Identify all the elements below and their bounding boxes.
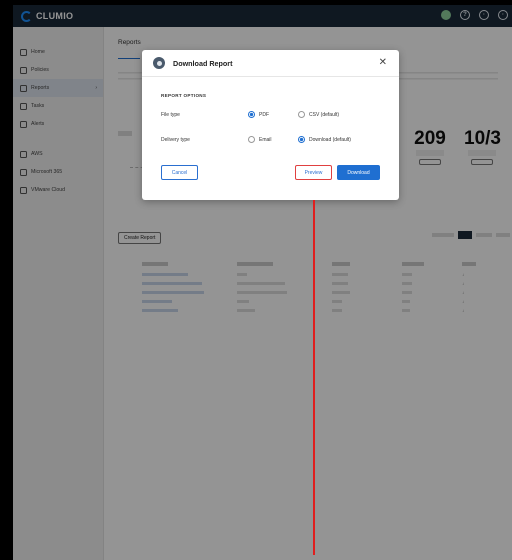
file-type-row: File type PDF CSV (default)	[161, 111, 368, 118]
radio-unselected-icon[interactable]	[298, 111, 305, 118]
download-report-dialog: Download Report ✕ REPORT OPTIONS File ty…	[142, 50, 399, 200]
file-type-option-pdf[interactable]: PDF	[248, 111, 296, 118]
file-type-option-csv[interactable]: CSV (default)	[298, 111, 368, 118]
delivery-type-row: Delivery type Email Download (default)	[161, 136, 368, 143]
option-label: CSV (default)	[309, 111, 340, 118]
dialog-title: Download Report	[173, 58, 233, 68]
download-icon	[153, 57, 165, 69]
section-heading: REPORT OPTIONS	[161, 93, 207, 98]
cancel-button[interactable]: Cancel	[161, 165, 198, 180]
download-button[interactable]: Download	[337, 165, 380, 180]
option-label: PDF	[259, 111, 269, 118]
close-icon[interactable]: ✕	[379, 57, 387, 69]
radio-unselected-icon[interactable]	[248, 136, 255, 143]
preview-button[interactable]: Preview	[295, 165, 332, 180]
dialog-header: Download Report ✕	[142, 50, 399, 77]
delivery-option-email[interactable]: Email	[248, 136, 296, 143]
file-type-label: File type	[161, 111, 180, 118]
delivery-type-label: Delivery type	[161, 136, 190, 143]
annotation-pointer-line	[313, 200, 315, 555]
option-label: Download (default)	[309, 136, 351, 143]
option-label: Email	[259, 136, 272, 143]
radio-selected-icon[interactable]	[298, 136, 305, 143]
radio-selected-icon[interactable]	[248, 111, 255, 118]
delivery-option-download[interactable]: Download (default)	[298, 136, 368, 143]
